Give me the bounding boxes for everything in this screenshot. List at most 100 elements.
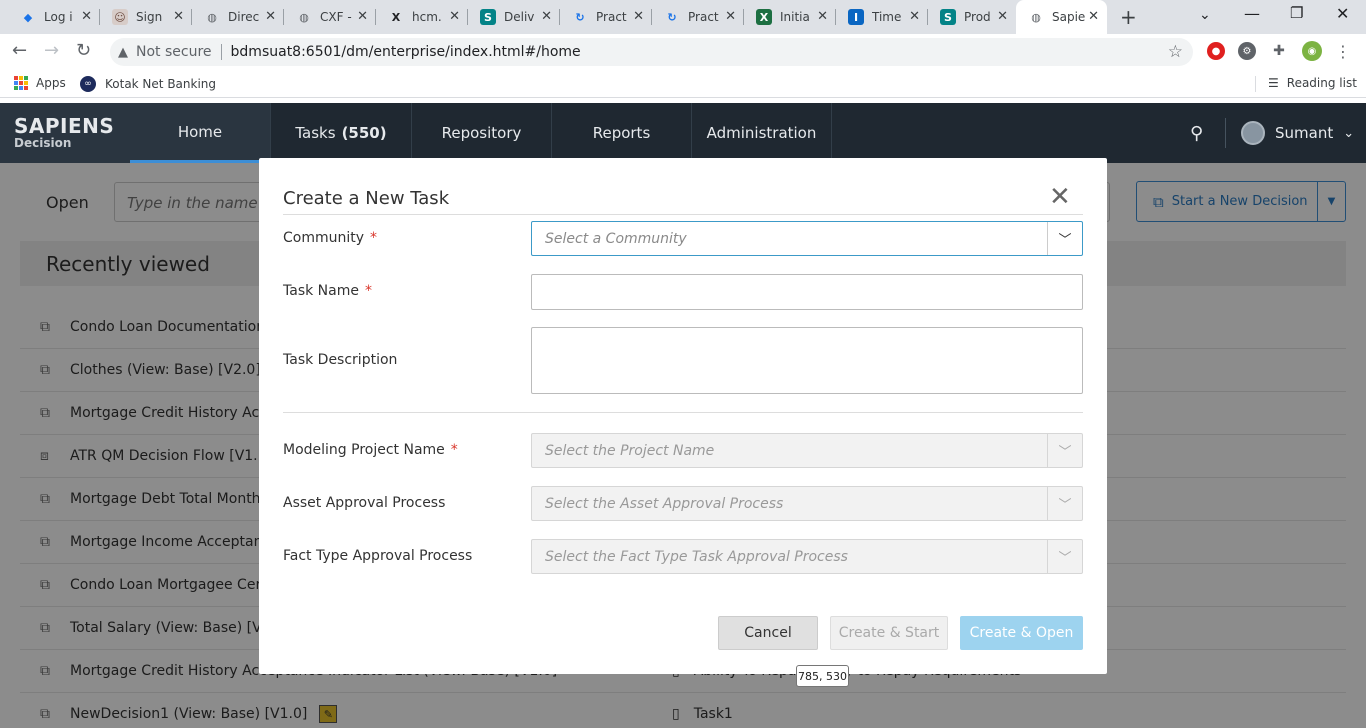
user-menu[interactable]: Sumant ⌄ bbox=[1241, 121, 1354, 145]
asset-approval-select[interactable]: Select the Asset Approval Process ﹀ bbox=[531, 486, 1083, 521]
info-icon: I bbox=[848, 9, 864, 25]
warning-icon[interactable]: ▲ bbox=[118, 45, 128, 60]
bookmark-kotak[interactable]: ∞ Kotak Net Banking bbox=[80, 76, 216, 92]
close-tab-icon[interactable]: ✕ bbox=[265, 9, 276, 24]
security-label[interactable]: Not secure bbox=[136, 44, 212, 60]
reading-list[interactable]: ☰ Reading list bbox=[1268, 76, 1357, 90]
community-label: Community * bbox=[283, 230, 378, 246]
person-icon: ☺ bbox=[112, 9, 128, 25]
browser-tab[interactable]: X Initia ✕ bbox=[744, 0, 836, 34]
close-tab-icon[interactable]: ✕ bbox=[173, 9, 184, 24]
close-tab-icon[interactable]: ✕ bbox=[909, 9, 920, 24]
kotak-icon: ∞ bbox=[80, 76, 96, 92]
close-tab-icon[interactable]: ✕ bbox=[357, 9, 368, 24]
project-name-select[interactable]: Select the Project Name ﹀ bbox=[531, 433, 1083, 468]
globe-icon: ◍ bbox=[1031, 10, 1041, 24]
chevron-down-icon[interactable]: ﹀ bbox=[1047, 487, 1082, 520]
app-header: SAPIENS Decision Home Tasks (550) Reposit… bbox=[0, 103, 1366, 163]
close-tab-icon[interactable]: ✕ bbox=[633, 9, 644, 24]
required-marker: * bbox=[364, 283, 372, 299]
restore-icon[interactable]: ❐ bbox=[1290, 4, 1303, 22]
browser-tab[interactable]: ☺ Sign ✕ bbox=[100, 0, 192, 34]
excel-icon: X bbox=[756, 9, 772, 25]
sapiens-logo[interactable]: SAPIENS Decision bbox=[0, 103, 130, 163]
close-tab-icon[interactable]: ✕ bbox=[541, 9, 552, 24]
chevron-down-icon[interactable]: ﹀ bbox=[1047, 434, 1082, 467]
nav-home[interactable]: Home bbox=[130, 103, 271, 163]
close-window-icon[interactable]: ✕ bbox=[1336, 4, 1349, 23]
new-tab-icon[interactable]: + bbox=[1120, 5, 1137, 29]
community-select[interactable]: Select a Community ﹀ bbox=[531, 221, 1083, 256]
browser-tab[interactable]: ↻ Pract ✕ bbox=[560, 0, 652, 34]
spin-icon: ↻ bbox=[667, 10, 677, 24]
close-tab-icon[interactable]: ✕ bbox=[1088, 9, 1099, 24]
url-text[interactable]: bdmsuat8:6501/dm/enterprise/index.html#/… bbox=[231, 44, 581, 60]
chevron-down-icon[interactable]: ﹀ bbox=[1047, 222, 1082, 255]
tasks-count-badge: (550) bbox=[341, 124, 387, 142]
chevron-down-icon: ⌄ bbox=[1343, 125, 1355, 141]
browser-tab[interactable]: ◍ Direc ✕ bbox=[192, 0, 284, 34]
create-task-dialog: Create a New Task ✕ Community * Select a … bbox=[259, 158, 1107, 674]
close-tab-icon[interactable]: ✕ bbox=[81, 9, 92, 24]
browser-tab[interactable]: I Time ✕ bbox=[836, 0, 928, 34]
close-tab-icon[interactable]: ✕ bbox=[997, 9, 1008, 24]
back-icon[interactable]: ← bbox=[12, 40, 27, 61]
cancel-button[interactable]: Cancel bbox=[718, 616, 818, 650]
minimize-icon[interactable]: — bbox=[1244, 4, 1260, 23]
create-and-open-button[interactable]: Create & Open bbox=[960, 616, 1083, 650]
menu-icon[interactable]: ⋮ bbox=[1334, 42, 1352, 61]
close-icon[interactable]: ✕ bbox=[1049, 182, 1071, 212]
apps-grid-icon bbox=[14, 76, 28, 90]
tab-search-icon[interactable]: ⌄ bbox=[1199, 7, 1211, 23]
fact-type-approval-select[interactable]: Select the Fact Type Task Approval Proce… bbox=[531, 539, 1083, 574]
globe-icon: ◍ bbox=[299, 10, 309, 24]
coordinate-tooltip: 785, 530 bbox=[796, 665, 849, 687]
reload-icon[interactable]: ↻ bbox=[76, 40, 91, 61]
browser-tab[interactable]: ◍ CXF - ✕ bbox=[284, 0, 376, 34]
nav-repository[interactable]: Repository bbox=[412, 103, 552, 163]
profile-avatar[interactable]: ◉ bbox=[1302, 41, 1322, 61]
task-name-input[interactable] bbox=[531, 274, 1083, 310]
nav-reports[interactable]: Reports bbox=[552, 103, 692, 163]
address-bar[interactable]: ▲ Not secure bdmsuat8:6501/dm/enterprise… bbox=[110, 38, 1193, 66]
nav-administration[interactable]: Administration bbox=[692, 103, 832, 163]
close-tab-icon[interactable]: ✕ bbox=[449, 9, 460, 24]
close-tab-icon[interactable]: ✕ bbox=[817, 9, 828, 24]
forward-icon[interactable]: → bbox=[44, 40, 59, 61]
adblock-icon[interactable]: ● bbox=[1207, 42, 1225, 60]
bookmark-apps[interactable]: Apps bbox=[14, 76, 66, 90]
close-tab-icon[interactable]: ✕ bbox=[725, 9, 736, 24]
browser-tab[interactable]: Xhcm. ✕ bbox=[376, 0, 468, 34]
browser-tab-active[interactable]: ◍ Sapie ✕ bbox=[1016, 0, 1107, 34]
nav-tasks[interactable]: Tasks (550) bbox=[271, 103, 412, 163]
puzzle-icon[interactable]: ✚ bbox=[1270, 42, 1288, 60]
required-marker: * bbox=[450, 442, 458, 458]
avatar bbox=[1241, 121, 1265, 145]
sharepoint-icon: S bbox=[480, 9, 496, 25]
create-and-start-button[interactable]: Create & Start bbox=[830, 616, 948, 650]
diamond-icon: ◆ bbox=[23, 10, 33, 24]
chevron-down-icon[interactable]: ﹀ bbox=[1047, 540, 1082, 573]
x-icon: X bbox=[391, 10, 401, 24]
dialog-title: Create a New Task bbox=[283, 188, 450, 209]
search-icon[interactable]: ⚲ bbox=[1190, 123, 1203, 144]
browser-tab[interactable]: S Deliv ✕ bbox=[468, 0, 560, 34]
reading-list-icon: ☰ bbox=[1268, 76, 1279, 90]
spin-icon: ↻ bbox=[575, 10, 585, 24]
required-marker: * bbox=[370, 230, 378, 246]
bookmark-star-icon[interactable]: ☆ bbox=[1168, 42, 1183, 62]
task-description-label: Task Description bbox=[283, 352, 398, 368]
task-description-textarea[interactable] bbox=[531, 327, 1083, 394]
browser-tab-strip: ◆ Log i ✕ ☺ Sign ✕ ◍ Direc ✕ ◍ CXF - ✕ Xhcm. ✕ SD… bbox=[0, 0, 1366, 34]
globe-icon: ◍ bbox=[207, 10, 217, 24]
extension-icon[interactable]: ⚙ bbox=[1238, 42, 1256, 60]
browser-toolbar: ← → ↻ ▲ Not secure bdmsuat8:6501/dm/ente… bbox=[0, 34, 1366, 70]
browser-tab[interactable]: ◆ Log i ✕ bbox=[8, 0, 100, 34]
fact-type-approval-label: Fact Type Approval Process bbox=[283, 548, 473, 564]
browser-tab[interactable]: S Prod ✕ bbox=[928, 0, 1016, 34]
bookmarks-bar: Apps ∞ Kotak Net Banking ☰ Reading list bbox=[0, 70, 1366, 98]
asset-approval-label: Asset Approval Process bbox=[283, 495, 446, 511]
project-name-label: Modeling Project Name * bbox=[283, 442, 458, 458]
browser-tab[interactable]: ↻ Pract ✕ bbox=[652, 0, 744, 34]
user-name: Sumant bbox=[1275, 124, 1334, 142]
